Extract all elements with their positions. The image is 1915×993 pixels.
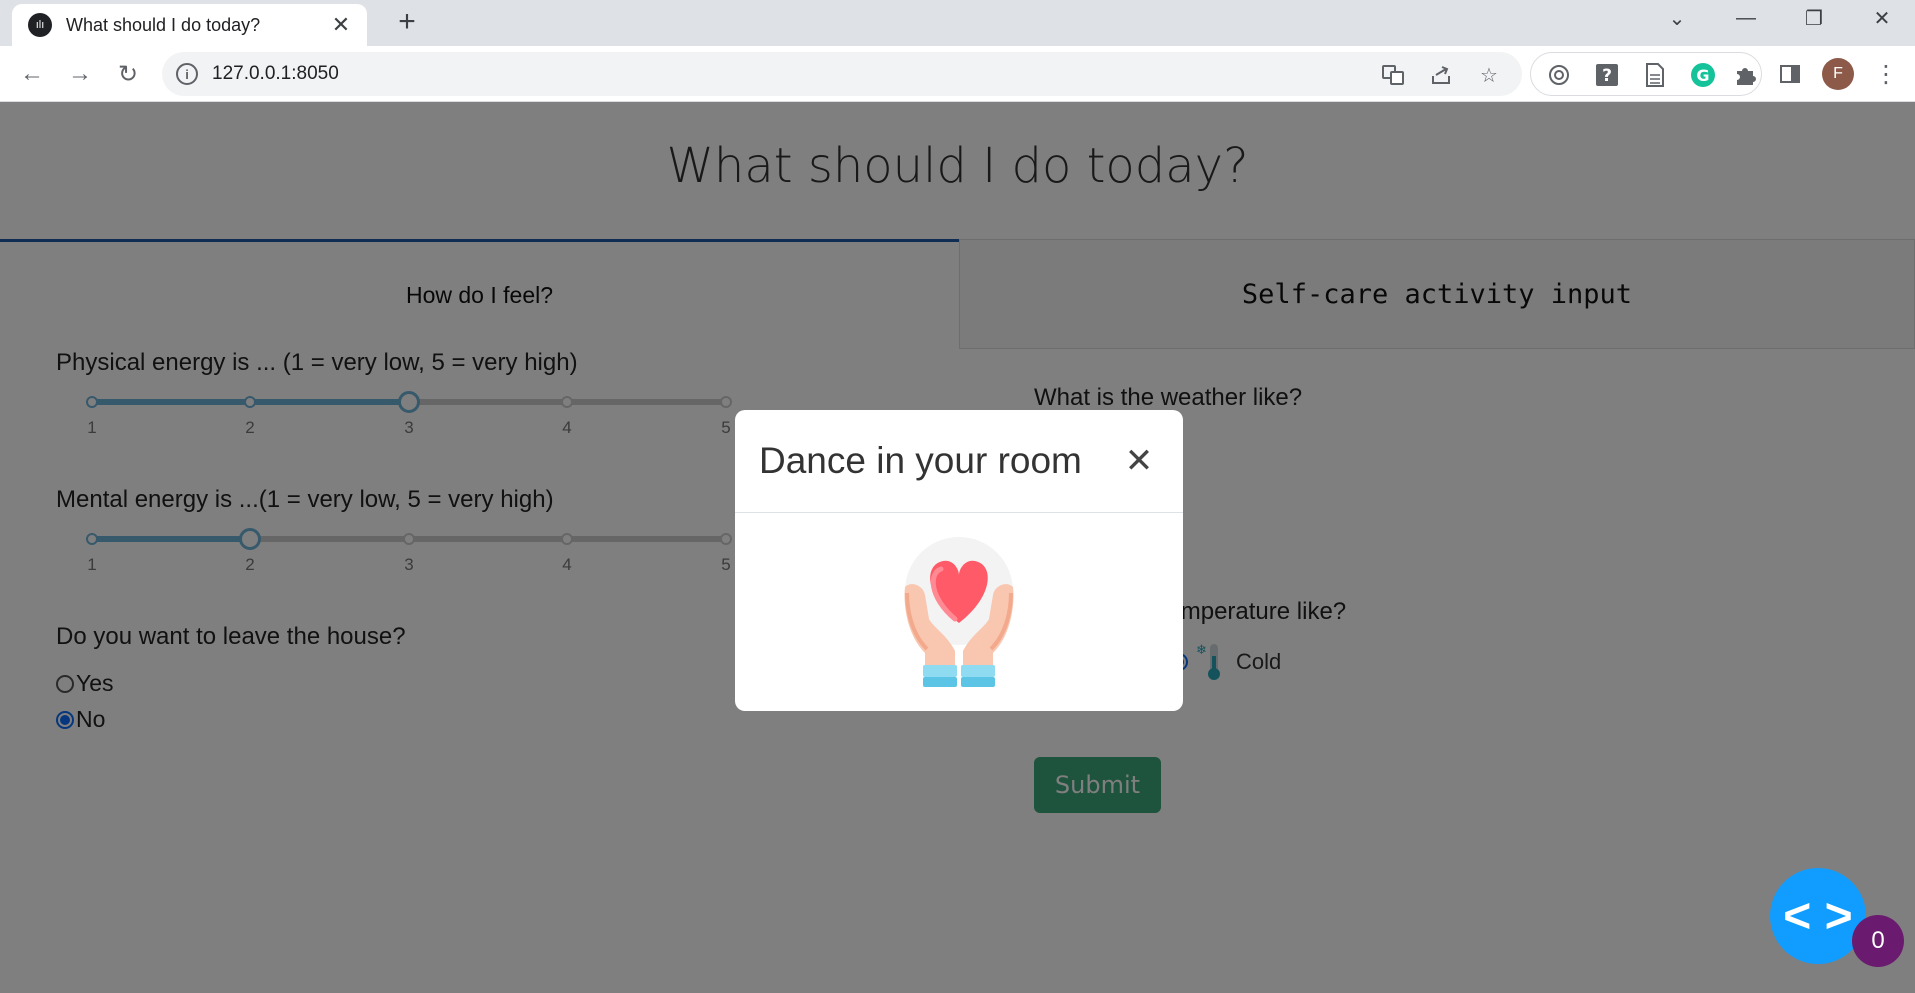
modal-header: Dance in your room ✕ — [735, 410, 1183, 513]
close-window-button[interactable]: ✕ — [1848, 0, 1915, 36]
forward-arrow-icon[interactable]: → — [62, 56, 98, 92]
close-icon[interactable]: ✕ — [1119, 441, 1159, 481]
bookmark-star-icon[interactable]: ☆ — [1476, 62, 1502, 88]
document-extension-icon[interactable] — [1641, 61, 1669, 89]
side-panel-icon[interactable] — [1776, 60, 1804, 88]
share-icon[interactable] — [1428, 62, 1454, 88]
extensions-puzzle-icon[interactable] — [1731, 61, 1759, 89]
back-arrow-icon[interactable]: ← — [14, 56, 50, 92]
minimize-button[interactable]: — — [1712, 0, 1780, 36]
address-bar[interactable]: i 127.0.0.1:8050 ☆ — [162, 52, 1522, 96]
modal-title: Dance in your room — [759, 440, 1082, 481]
activity-modal: Dance in your room ✕ — [735, 410, 1183, 711]
browser-menu-icon[interactable]: ⋮ — [1872, 60, 1900, 88]
help-extension-icon[interactable]: ? — [1593, 61, 1621, 89]
browser-tab[interactable]: ılı What should I do today? ✕ — [12, 4, 367, 46]
svg-text:?: ? — [1602, 66, 1612, 86]
profile-avatar[interactable]: F — [1822, 58, 1854, 90]
tab-close-icon[interactable]: ✕ — [327, 12, 355, 38]
hands-holding-heart-icon — [904, 537, 1014, 687]
new-tab-button[interactable]: + — [390, 6, 424, 40]
tab-title: What should I do today? — [66, 14, 261, 35]
tab-search-icon[interactable]: ⌄ — [1643, 0, 1711, 36]
site-info-icon[interactable]: i — [176, 63, 198, 85]
restore-button[interactable]: ❐ — [1780, 0, 1848, 36]
fingerprint-extension-icon[interactable] — [1545, 61, 1573, 89]
url-text: 127.0.0.1:8050 — [212, 63, 339, 84]
grammarly-icon[interactable]: G — [1689, 61, 1717, 89]
dash-favicon-icon: ılı — [28, 13, 52, 37]
devtools-error-badge[interactable]: 0 — [1852, 915, 1904, 967]
browser-tabstrip: ılı What should I do today? ✕ + ⌄ — ❐ ✕ — [0, 0, 1915, 46]
svg-text:G: G — [1696, 66, 1709, 85]
extensions-group: ? G — [1530, 52, 1762, 96]
browser-toolbar: ← → ↻ i 127.0.0.1:8050 ☆ ? G F ⋮ — [0, 46, 1915, 102]
translate-icon[interactable] — [1380, 62, 1406, 88]
reload-icon[interactable]: ↻ — [110, 56, 146, 92]
app-page: What should I do today? How do I feel? S… — [0, 102, 1915, 993]
modal-body — [735, 513, 1183, 711]
devtools-code-icon[interactable]: < > — [1770, 868, 1866, 964]
